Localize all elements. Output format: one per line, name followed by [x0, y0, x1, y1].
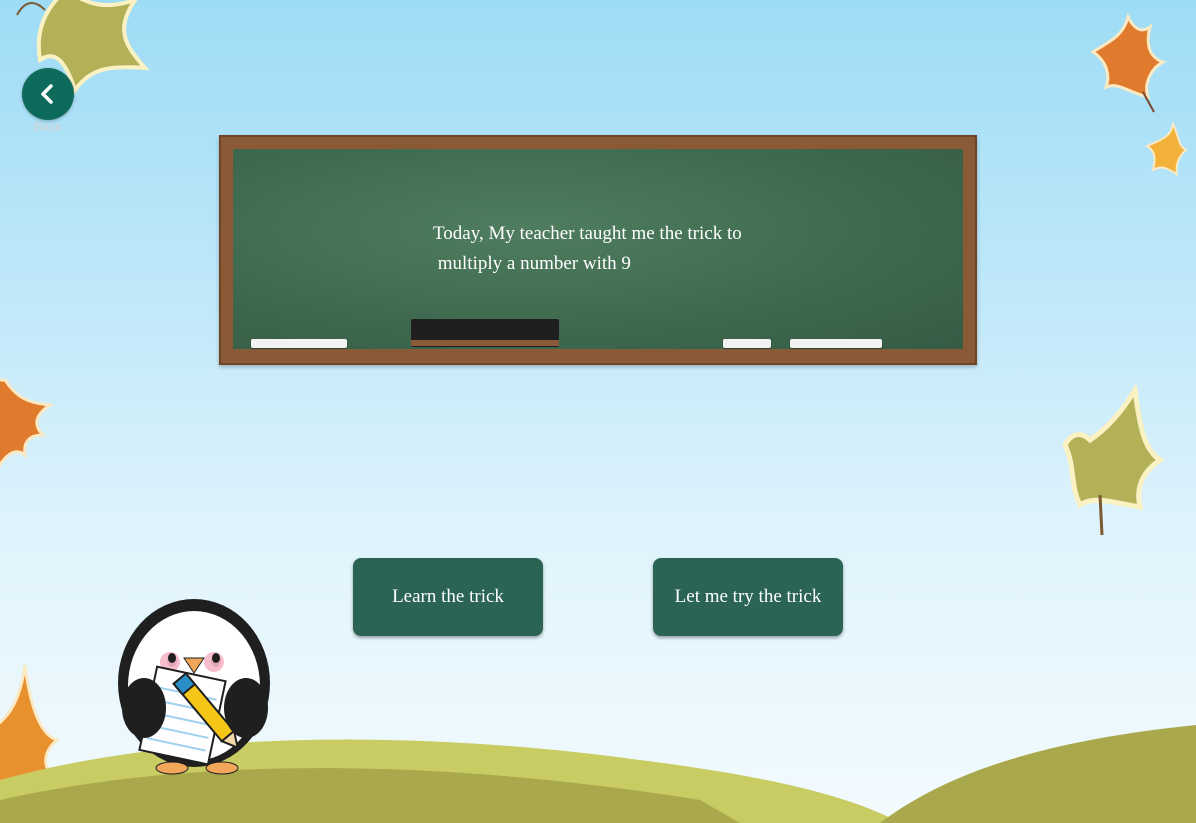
back-button[interactable] — [22, 68, 74, 120]
leaf-decoration-top-right — [1090, 12, 1167, 113]
chalkboard: Today, My teacher taught me the trick to… — [219, 135, 977, 365]
chalk-piece — [790, 339, 882, 348]
chalkboard-line-1: Today, My teacher taught me the trick to — [433, 223, 742, 244]
back-label[interactable]: Back — [22, 120, 74, 134]
penguin-mascot — [118, 599, 270, 775]
chalk-piece — [251, 339, 347, 348]
leaf-decoration-left-middle — [0, 378, 55, 468]
chalkboard-surface: Today, My teacher taught me the trick to… — [233, 149, 963, 349]
chalk-piece — [723, 339, 771, 348]
leaf-decoration-right-middle — [1062, 385, 1165, 536]
try-trick-button[interactable]: Let me try the trick — [653, 558, 843, 636]
eraser-base — [411, 340, 559, 346]
chalkboard-message: Today, My teacher taught me the trick to… — [433, 219, 793, 279]
chevron-left-icon — [41, 84, 53, 104]
leaf-decoration-right-small — [1144, 122, 1188, 176]
chalkboard-line-2: multiply a number with 9 — [433, 253, 631, 274]
learn-trick-button[interactable]: Learn the trick — [353, 558, 543, 636]
